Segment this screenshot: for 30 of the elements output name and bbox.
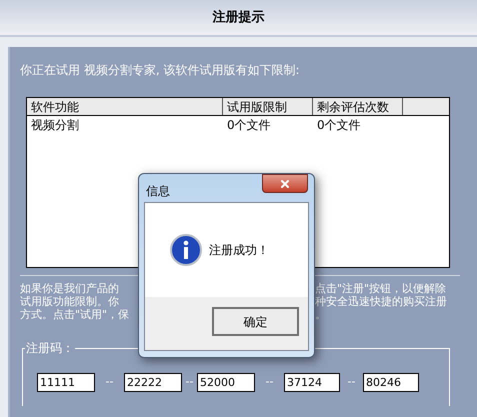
separator: -- <box>104 374 114 390</box>
code-field[interactable]: 22222 <box>124 373 182 392</box>
notice-text: 如果你是我们产品的 <box>20 282 119 295</box>
table-cell-text: 视频分割 <box>30 117 80 134</box>
info-icon <box>170 234 202 266</box>
close-button[interactable] <box>262 174 308 193</box>
table-cell-text: 0个文件 <box>316 117 362 134</box>
code-field[interactable]: 80246 <box>363 373 419 392</box>
separator: -- <box>184 374 194 390</box>
code-field[interactable]: 11111 <box>37 373 95 392</box>
close-icon <box>279 178 291 190</box>
code-field[interactable]: 37124 <box>284 373 340 392</box>
code-field[interactable]: 52000 <box>197 373 255 392</box>
ok-button[interactable]: 确定 <box>212 307 299 336</box>
notice-text: 。 <box>315 308 327 321</box>
column-header: 剩余评估次数 <box>313 98 403 115</box>
column-header: 试用版限制 <box>223 98 313 115</box>
column-header: 软件功能 <box>27 98 223 115</box>
window-title: 注册提示 <box>212 8 264 27</box>
intro-text: 你正在试用 视频分割专家, 该软件试用版有如下限制: <box>20 62 300 79</box>
notice-text: 试用版功能限制。你 <box>20 295 119 308</box>
notice-text: 种安全迅速快捷的购买注册 <box>315 295 448 308</box>
dialog-title: 信息 <box>146 183 170 200</box>
notice-text: 点击"注册"按钮，以便解除 <box>315 282 448 295</box>
separator: -- <box>346 374 356 390</box>
notice-text: 方式。点击"试用"，保 <box>20 308 130 321</box>
separator: -- <box>264 374 274 390</box>
group-label: 注册码： <box>25 340 75 356</box>
table-cell-text: 0个文件 <box>226 117 272 134</box>
dialog-message: 注册成功！ <box>209 242 269 259</box>
